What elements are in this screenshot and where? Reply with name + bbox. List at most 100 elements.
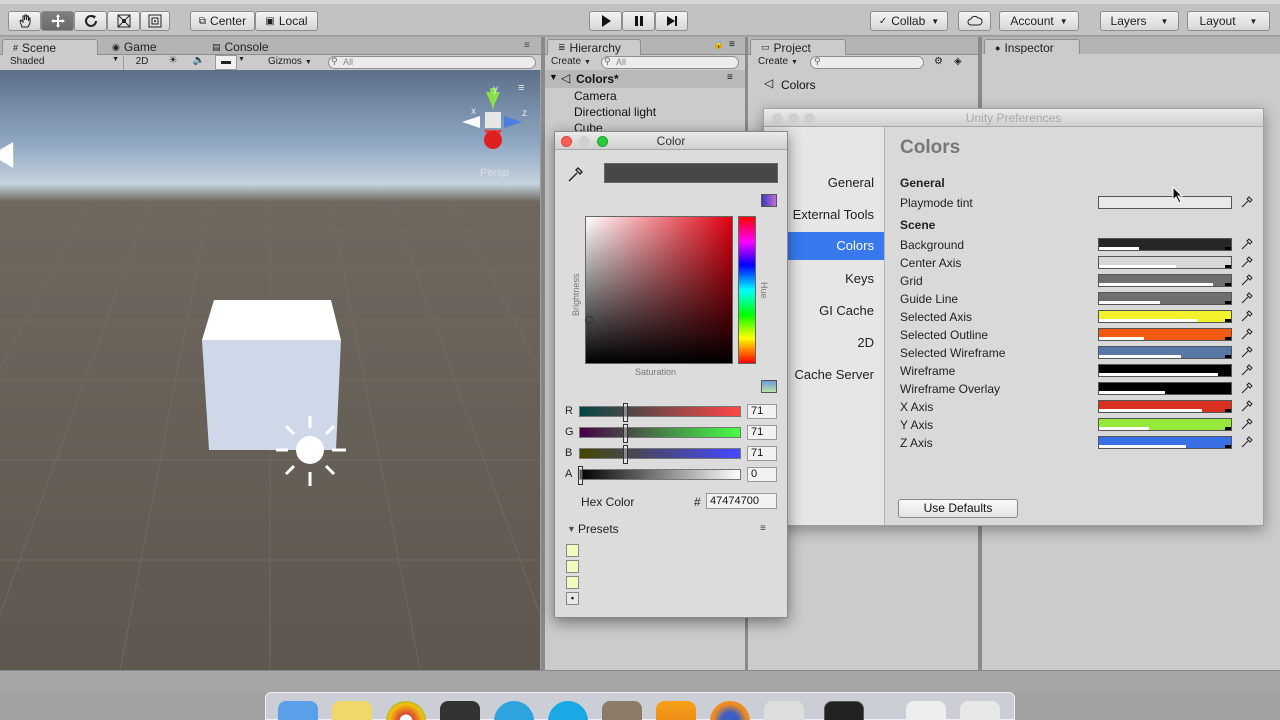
tab-inspector[interactable]: ● Inspector [984, 39, 1080, 55]
color-swatch[interactable] [1098, 400, 1232, 413]
hand-tool-button[interactable] [8, 11, 41, 31]
zoom-window-icon[interactable] [804, 113, 815, 124]
dropdown-caret-icon[interactable]: ▼ [238, 56, 250, 63]
pref-section-external-tools[interactable]: External Tools [793, 207, 874, 222]
pref-section-gi-cache[interactable]: GI Cache [819, 303, 874, 318]
finder-icon[interactable] [278, 701, 318, 720]
pref-section-colors[interactable]: Colors [788, 232, 884, 260]
scene-viewport[interactable]: y z x Persp ≡ [0, 70, 540, 670]
preset-swatch[interactable] [566, 560, 579, 573]
minimize-window-icon[interactable] [579, 136, 590, 147]
pref-section-cache-server[interactable]: Cache Server [795, 367, 874, 382]
slider-thumb[interactable] [623, 445, 628, 464]
color-mode-icon[interactable] [761, 194, 777, 207]
calendar-icon[interactable] [602, 701, 642, 720]
skype-icon[interactable] [548, 701, 588, 720]
alpha-channel-input[interactable]: 0 [747, 467, 777, 482]
color-swatch[interactable] [1098, 382, 1232, 395]
lighting-toggle-icon[interactable]: ☀ [162, 55, 184, 66]
eyedropper-icon[interactable] [1240, 273, 1254, 287]
rotate-tool-button[interactable] [74, 11, 107, 31]
pref-section-2d[interactable]: 2D [857, 335, 874, 350]
toggle-2d-button[interactable]: 2D [130, 56, 154, 67]
color-swatch[interactable] [1098, 238, 1232, 251]
eyedropper-icon[interactable] [1240, 195, 1254, 209]
filter-by-label-icon[interactable]: ◈ [954, 56, 962, 67]
presets-menu-icon[interactable]: ≡ [760, 523, 766, 534]
panel-menu-icon[interactable]: ≡ [729, 39, 735, 50]
presets-expand-icon[interactable]: ▼ [567, 524, 576, 534]
eyedropper-icon[interactable] [1240, 237, 1254, 251]
use-defaults-button[interactable]: Use Defaults [898, 499, 1018, 518]
scale-tool-button[interactable] [107, 11, 140, 31]
color-swatch[interactable] [1098, 256, 1232, 269]
slider-thumb[interactable] [623, 424, 628, 443]
project-create-dropdown[interactable]: Create ▼ [758, 56, 798, 67]
preferences-title-bar[interactable]: Unity Preferences [764, 109, 1263, 127]
red-channel-slider[interactable] [579, 403, 741, 422]
eyedropper-icon[interactable] [1240, 255, 1254, 269]
tab-hierarchy[interactable]: ≣ Hierarchy [547, 39, 641, 55]
color-field-cursor[interactable] [585, 316, 593, 324]
red-channel-input[interactable]: 71 [747, 404, 777, 419]
pref-section-keys[interactable]: Keys [845, 271, 874, 286]
blue-channel-slider[interactable] [579, 445, 741, 464]
panel-menu-icon[interactable]: ≡ [518, 82, 524, 94]
hierarchy-item-light[interactable]: Directional light [574, 105, 656, 119]
scene-menu-icon[interactable]: ≡ [727, 72, 733, 83]
eyedropper-icon[interactable] [1240, 363, 1254, 377]
eyedropper-icon[interactable] [1240, 309, 1254, 323]
green-channel-input[interactable]: 71 [747, 425, 777, 440]
rect-tool-button[interactable] [140, 11, 170, 31]
tab-console[interactable]: ▤ Console [202, 39, 298, 55]
vlc-icon[interactable] [656, 701, 696, 720]
account-dropdown[interactable]: Account ▼ [999, 11, 1079, 31]
effects-toggle-icon[interactable]: ▬ [215, 55, 237, 70]
play-button[interactable] [589, 11, 622, 31]
layout-dropdown[interactable]: Layout ▼ [1187, 11, 1270, 31]
layers-dropdown[interactable]: Layers ▼ [1100, 11, 1179, 31]
eyedropper-icon[interactable] [1240, 417, 1254, 431]
hex-color-input[interactable]: 47474700 [706, 493, 777, 509]
notes-icon[interactable] [332, 701, 372, 720]
preset-swatch[interactable] [566, 576, 579, 589]
add-preset-icon[interactable]: ▪ [566, 592, 579, 605]
directional-light-icon[interactable] [270, 412, 350, 492]
audio-toggle-icon[interactable]: 🔈 [188, 55, 210, 66]
pivot-local-button[interactable]: ▣ Local [255, 11, 318, 31]
chrome-icon[interactable] [386, 701, 426, 720]
pivot-center-button[interactable]: ⧉ Center [190, 11, 255, 31]
zoom-window-icon[interactable] [597, 136, 608, 147]
hierarchy-create-dropdown[interactable]: Create ▼ [551, 56, 591, 67]
telegram-icon[interactable] [494, 701, 534, 720]
pref-section-general[interactable]: General [828, 175, 874, 190]
color-swatch[interactable] [1098, 436, 1232, 449]
eyedropper-icon[interactable] [1240, 345, 1254, 359]
color-swatch[interactable] [1098, 310, 1232, 323]
blue-channel-input[interactable]: 71 [747, 446, 777, 461]
close-window-icon[interactable] [772, 113, 783, 124]
eyedropper-icon[interactable] [1240, 291, 1254, 305]
panel-divider[interactable] [541, 37, 545, 670]
color-swatch[interactable] [1098, 274, 1232, 287]
orientation-gizmo[interactable]: y z x Persp [452, 82, 532, 192]
filter-by-type-icon[interactable]: ⚙ [934, 56, 943, 67]
playmode-tint-swatch[interactable] [1098, 196, 1232, 209]
collab-dropdown[interactable]: ✓ Collab ▼ [870, 11, 948, 31]
eyedropper-icon[interactable] [1240, 327, 1254, 341]
step-button[interactable] [655, 11, 688, 31]
video-app-icon[interactable] [764, 701, 804, 720]
gizmos-dropdown[interactable]: Gizmos ▼ [268, 56, 320, 67]
slider-thumb[interactable] [578, 466, 583, 485]
firefox-icon[interactable] [710, 701, 750, 720]
eyedropper-icon[interactable] [567, 165, 585, 183]
color-swatch[interactable] [1098, 328, 1232, 341]
minimize-window-icon[interactable] [788, 113, 799, 124]
close-window-icon[interactable] [561, 136, 572, 147]
color-swatch[interactable] [1098, 292, 1232, 305]
slider-mode-icon[interactable] [761, 380, 777, 393]
saturation-brightness-field[interactable] [585, 216, 733, 364]
eyedropper-icon[interactable] [1240, 399, 1254, 413]
hue-slider[interactable] [738, 216, 756, 364]
green-channel-slider[interactable] [579, 424, 741, 443]
